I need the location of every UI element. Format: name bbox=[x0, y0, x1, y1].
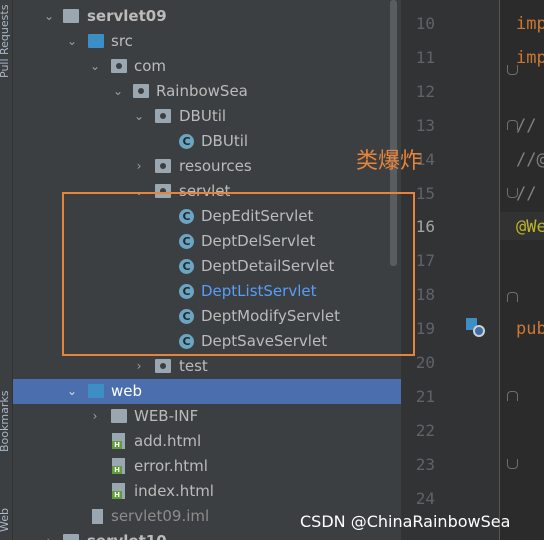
line-number: 10 bbox=[415, 14, 435, 33]
fold-marker-icon[interactable] bbox=[507, 459, 518, 469]
tree-row-rainbowsea[interactable]: ⌄ RainbowSea bbox=[13, 79, 401, 104]
code-public-keyword: pub bbox=[516, 319, 544, 339]
bookmarks-tab[interactable]: Bookmarks bbox=[0, 391, 11, 452]
line-number: 11 bbox=[415, 48, 435, 67]
chevron-down-icon[interactable]: ⌄ bbox=[66, 29, 78, 54]
module-folder-icon bbox=[63, 534, 79, 540]
chevron-down-icon[interactable]: ⌄ bbox=[112, 79, 124, 104]
tree-row-label: index.html bbox=[134, 482, 214, 500]
fold-marker-icon[interactable] bbox=[507, 292, 518, 302]
line-number: 24 bbox=[415, 489, 435, 508]
html-file-icon bbox=[112, 483, 125, 499]
code-annotation: @We bbox=[516, 217, 544, 237]
code-line[interactable]: imp bbox=[516, 14, 544, 34]
line-number: 21 bbox=[415, 387, 435, 406]
tree-row-dbutil-package[interactable]: ⌄ DBUtil bbox=[13, 104, 401, 129]
tree-row-label: com bbox=[134, 57, 167, 75]
web-folder-icon bbox=[88, 384, 104, 398]
tree-row-src[interactable]: ⌄ src bbox=[13, 29, 401, 54]
line-number: 23 bbox=[415, 455, 435, 474]
fold-marker-icon[interactable] bbox=[507, 391, 518, 401]
tree-row-label: DBUtil bbox=[179, 107, 227, 125]
tree-row-label: add.html bbox=[134, 432, 202, 450]
html-file-icon bbox=[112, 458, 125, 474]
tree-row-error-html[interactable]: error.html bbox=[13, 454, 401, 479]
code-import-keyword: imp bbox=[516, 14, 544, 34]
module-folder-icon bbox=[63, 9, 79, 23]
tree-row-servlet09[interactable]: ⌄ servlet09 bbox=[13, 4, 401, 29]
tree-row-label: src bbox=[111, 32, 133, 50]
chevron-right-icon[interactable]: › bbox=[133, 154, 145, 179]
chevron-down-icon[interactable]: ⌄ bbox=[133, 104, 145, 129]
tree-row-label: WEB-INF bbox=[134, 407, 199, 425]
tree-row-add-html[interactable]: add.html bbox=[13, 429, 401, 454]
chevron-right-icon[interactable]: › bbox=[89, 404, 101, 429]
tree-row-label: error.html bbox=[134, 457, 208, 475]
code-comment: //@ bbox=[516, 150, 544, 170]
code-import-keyword: imp bbox=[516, 48, 544, 68]
tree-row-label: DBUtil bbox=[201, 132, 249, 150]
pull-requests-tab[interactable]: Pull Requests bbox=[0, 5, 11, 78]
package-icon bbox=[155, 159, 171, 173]
watermark: CSDN @ChinaRainbowSea bbox=[300, 512, 511, 531]
chevron-right-icon[interactable]: › bbox=[43, 529, 55, 540]
tool-window-strip: Pull Requests Bookmarks Web bbox=[0, 0, 13, 540]
class-icon: C bbox=[179, 134, 194, 149]
package-icon bbox=[111, 59, 127, 73]
code-line[interactable]: imp bbox=[516, 48, 544, 68]
code-line[interactable]: // bbox=[516, 184, 536, 204]
code-line[interactable]: @We bbox=[516, 217, 544, 237]
tree-row-web-inf[interactable]: › WEB-INF bbox=[13, 404, 401, 429]
highlight-box bbox=[62, 192, 415, 356]
tree-row-label: web bbox=[111, 382, 143, 400]
code-line[interactable]: // bbox=[516, 116, 536, 136]
tree-row-web[interactable]: ⌄ web bbox=[13, 379, 401, 404]
gutter-divider bbox=[499, 0, 500, 540]
code-line[interactable]: pub bbox=[516, 319, 544, 339]
code-comment: // bbox=[516, 116, 537, 136]
html-file-icon bbox=[112, 433, 125, 449]
code-comment: // bbox=[516, 184, 537, 204]
web-servlet-icon[interactable] bbox=[466, 318, 486, 338]
tree-row-test[interactable]: › test bbox=[13, 354, 401, 379]
chevron-down-icon[interactable]: ⌄ bbox=[66, 379, 78, 404]
package-icon bbox=[133, 84, 149, 98]
tree-row-label: resources bbox=[179, 157, 252, 175]
line-number: 12 bbox=[415, 82, 435, 101]
tree-row-label: servlet09.iml bbox=[111, 507, 210, 525]
chevron-down-icon[interactable]: ⌄ bbox=[43, 4, 55, 29]
tree-row-resources[interactable]: › resources bbox=[13, 154, 401, 179]
package-icon bbox=[155, 359, 171, 373]
source-folder-icon bbox=[88, 34, 104, 48]
annotation-label: 类爆炸 bbox=[356, 149, 423, 174]
line-number: 22 bbox=[415, 421, 435, 440]
tree-row-label: RainbowSea bbox=[156, 82, 248, 100]
chevron-down-icon[interactable]: ⌄ bbox=[89, 54, 101, 79]
folder-icon bbox=[111, 409, 127, 423]
code-line[interactable]: //@ bbox=[516, 150, 544, 170]
tree-row-label: servlet10 bbox=[87, 529, 167, 540]
iml-file-icon bbox=[92, 509, 103, 524]
tree-row-label: servlet09 bbox=[87, 7, 167, 25]
tree-row-dbutil-class[interactable]: C DBUtil bbox=[13, 129, 401, 154]
web-tab[interactable]: Web bbox=[0, 508, 11, 532]
tree-row-label: test bbox=[179, 357, 208, 375]
tree-row-com[interactable]: ⌄ com bbox=[13, 54, 401, 79]
chevron-right-icon[interactable]: › bbox=[133, 354, 145, 379]
tree-row-index-html[interactable]: index.html bbox=[13, 479, 401, 504]
line-number: 13 bbox=[415, 116, 435, 135]
package-icon bbox=[155, 109, 171, 123]
